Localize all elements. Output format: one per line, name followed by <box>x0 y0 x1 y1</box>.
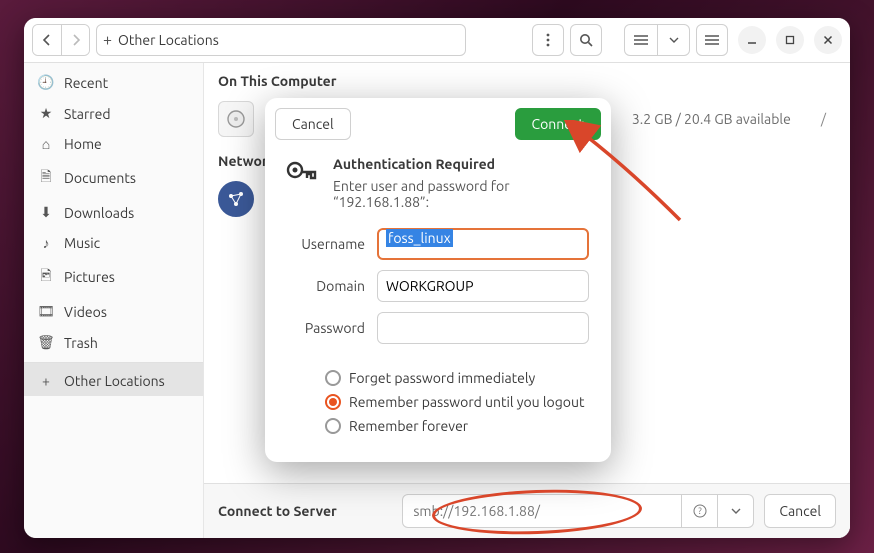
minimize-button[interactable] <box>738 26 766 54</box>
plus-icon: + <box>103 31 112 49</box>
video-icon: 🎞 <box>38 303 54 320</box>
button-label: Cancel <box>292 116 334 132</box>
drive-size: 3.2 GB / 20.4 GB available <box>632 111 791 127</box>
network-icon <box>218 181 254 217</box>
view-switcher <box>624 24 690 56</box>
sidebar-item-music[interactable]: ♪ Music <box>24 228 203 258</box>
clock-icon: 🕘 <box>38 74 54 91</box>
sidebar-item-label: Starred <box>64 106 111 122</box>
search-button[interactable] <box>570 24 602 56</box>
sidebar-item-label: Music <box>64 235 100 251</box>
maximize-button[interactable] <box>776 26 804 54</box>
radio-label: Remember forever <box>349 418 468 434</box>
sidebar-item-label: Recent <box>64 75 108 91</box>
dialog-form: Username foss_linux Domain Password <box>265 218 611 360</box>
dialog-header: Cancel Connect <box>265 98 611 150</box>
radio-forever[interactable]: Remember forever <box>325 418 589 434</box>
svg-text:?: ? <box>698 506 702 516</box>
username-value: foss_linux <box>386 229 453 247</box>
trash-icon: 🗑 <box>38 334 54 351</box>
list-view-button[interactable] <box>625 25 657 55</box>
star-icon: ★ <box>38 105 54 122</box>
sidebar-item-downloads[interactable]: ⬇ Downloads <box>24 197 203 228</box>
connect-to-server-bar: Connect to Server ? Cancel <box>204 483 850 538</box>
radio-label: Forget password immediately <box>349 370 535 386</box>
button-label: Connect <box>532 116 585 132</box>
plus-icon: + <box>38 373 54 389</box>
username-label: Username <box>287 236 365 252</box>
domain-input[interactable] <box>377 270 589 302</box>
sidebar-item-label: Downloads <box>64 205 134 221</box>
disk-icon <box>218 101 254 137</box>
sidebar-item-label: Documents <box>64 170 136 186</box>
back-button[interactable] <box>33 25 61 55</box>
sidebar-item-videos[interactable]: 🎞 Videos <box>24 296 203 327</box>
picture-icon: 🖻 <box>38 265 54 289</box>
music-icon: ♪ <box>38 235 54 251</box>
nav-buttons <box>32 24 90 56</box>
domain-label: Domain <box>287 278 365 294</box>
sidebar-item-label: Videos <box>64 304 107 320</box>
sidebar-item-documents[interactable]: 🗎 Documents <box>24 159 203 197</box>
radio-icon <box>325 394 341 410</box>
button-label: Cancel <box>779 503 821 519</box>
close-button[interactable] <box>814 26 842 54</box>
dialog-message: Enter user and password for “192.168.1.8… <box>333 178 593 210</box>
sidebar-item-recent[interactable]: 🕘 Recent <box>24 67 203 98</box>
password-remember-options: Forget password immediately Remember pas… <box>265 360 611 462</box>
forward-button[interactable] <box>61 25 89 55</box>
radio-label: Remember password until you logout <box>349 394 584 410</box>
username-input[interactable]: foss_linux <box>377 228 589 260</box>
key-icon <box>283 156 319 210</box>
dialog-body: Authentication Required Enter user and p… <box>265 150 611 218</box>
server-address-input[interactable] <box>402 494 682 528</box>
sidebar-item-home[interactable]: ⌂ Home <box>24 129 203 159</box>
password-input[interactable] <box>377 312 589 344</box>
radio-icon <box>325 370 341 386</box>
password-label: Password <box>287 320 365 336</box>
sidebar-item-starred[interactable]: ★ Starred <box>24 98 203 129</box>
server-history-button[interactable] <box>718 494 754 528</box>
drive-path: / <box>811 111 836 127</box>
location-label: Other Locations <box>118 32 219 48</box>
view-dropdown-button[interactable] <box>657 25 689 55</box>
sidebar-item-pictures[interactable]: 🖻 Pictures <box>24 258 203 296</box>
dialog-connect-button[interactable]: Connect <box>515 108 602 140</box>
server-help-button[interactable]: ? <box>682 494 718 528</box>
radio-forget[interactable]: Forget password immediately <box>325 370 589 386</box>
radio-session[interactable]: Remember password until you logout <box>325 394 589 410</box>
sidebar-item-label: Trash <box>64 335 98 351</box>
location-bar[interactable]: + Other Locations <box>96 24 466 56</box>
download-icon: ⬇ <box>38 204 54 221</box>
sidebar-item-label: Other Locations <box>64 373 165 389</box>
dialog-cancel-button[interactable]: Cancel <box>275 108 351 140</box>
auth-dialog: Cancel Connect Authentication Required E… <box>265 98 611 462</box>
radio-icon <box>325 418 341 434</box>
sidebar: 🕘 Recent ★ Starred ⌂ Home 🗎 Documents ⬇ … <box>24 63 204 538</box>
sidebar-item-label: Pictures <box>64 269 115 285</box>
dialog-title: Authentication Required <box>333 156 593 172</box>
sidebar-item-other-locations[interactable]: + Other Locations <box>24 362 203 396</box>
menu-dots-button[interactable] <box>532 24 564 56</box>
sidebar-item-label: Home <box>64 136 102 152</box>
connect-cancel-button[interactable]: Cancel <box>764 494 836 528</box>
titlebar: + Other Locations <box>24 18 850 63</box>
connect-label: Connect to Server <box>218 503 337 519</box>
document-icon: 🗎 <box>38 166 54 190</box>
sidebar-item-trash[interactable]: 🗑 Trash <box>24 327 203 358</box>
hamburger-menu-button[interactable] <box>696 24 728 56</box>
home-icon: ⌂ <box>38 136 54 152</box>
section-heading-computer: On This Computer <box>204 63 850 95</box>
server-input-group: ? <box>402 494 754 528</box>
